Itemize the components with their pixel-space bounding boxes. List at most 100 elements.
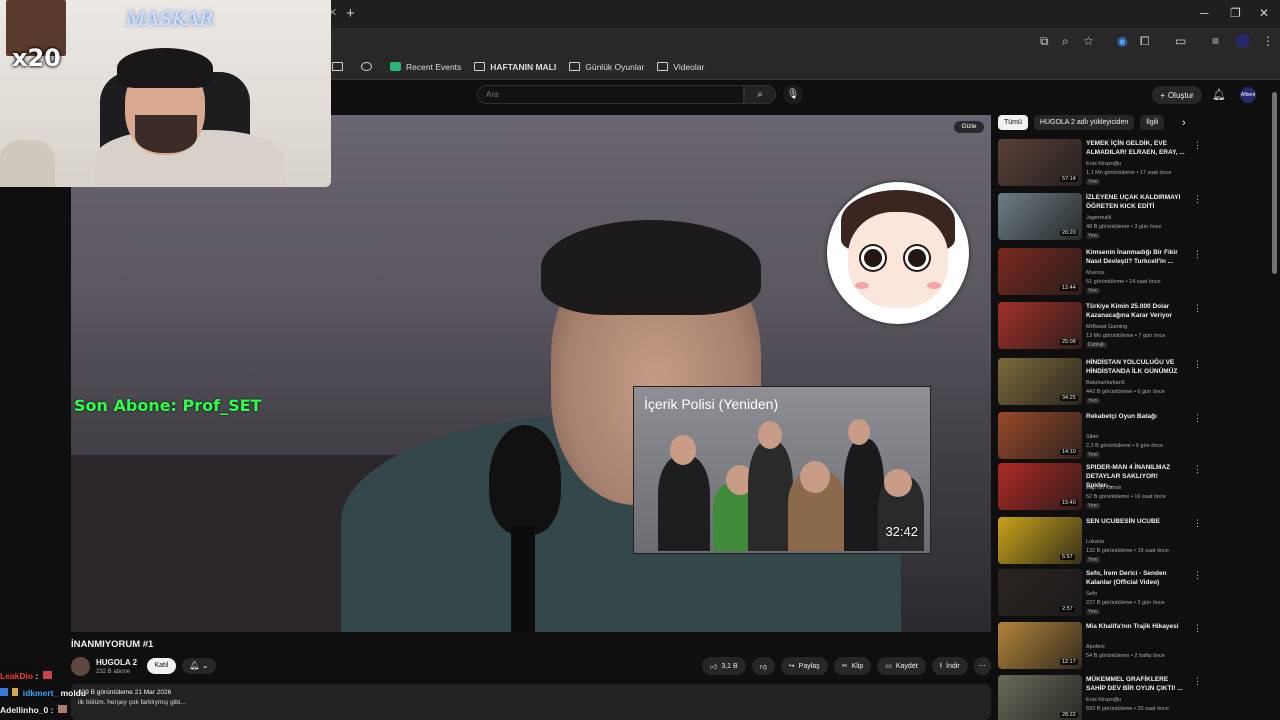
minimize-icon[interactable]: ─: [1200, 6, 1209, 20]
recommendation-item[interactable]: 12:44 Kimsenin İnanmadığı Bir Fikir Nasıl…: [998, 248, 1268, 300]
recommendation-item[interactable]: 5:57 SEN UCUBESİN UCUBE Lukaria 132 B görün…: [998, 517, 1268, 569]
channel-avatar[interactable]: [71, 657, 90, 676]
save-label: Kaydet: [895, 662, 918, 670]
recommendation-item[interactable]: 34:25 HİNDİSTAN YOLCULUĞU VE HİNDİSTANDA …: [998, 358, 1268, 410]
more-options-icon[interactable]: ⋮: [1193, 676, 1202, 687]
more-options-icon[interactable]: ⋮: [1193, 303, 1202, 314]
bookmark-star-icon[interactable]: ☆: [1083, 34, 1094, 48]
recommendation-meta: 442 B görüntüleme • 6 gün önce: [1086, 389, 1165, 395]
restore-icon[interactable]: ❐: [1230, 6, 1241, 20]
recommendation-title[interactable]: HİNDİSTAN YOLCULUĞU VE HİNDİSTANDA İLK G…: [1086, 358, 1186, 376]
join-button[interactable]: Katıl: [147, 658, 176, 674]
browser-menu-icon[interactable]: ⋮: [1262, 34, 1274, 48]
more-options-icon[interactable]: ⋮: [1193, 140, 1202, 151]
recommendation-title[interactable]: İZLEYENE UÇAK KALDIRMAYI ÖĞRETEN KICK ED…: [1086, 193, 1186, 211]
bookmark-gunluk-oyunlar[interactable]: Günlük Oyunlar: [569, 62, 644, 72]
recommendation-channel[interactable]: Enis Kirazoğlu: [1086, 161, 1121, 167]
recommendation-channel[interactable]: Lukaria: [1086, 539, 1104, 545]
notifications-bell-icon[interactable]: 🔔︎: [1212, 88, 1226, 101]
recommendation-item[interactable]: 25:08 Türkiye Kimin 25.000 Dolar Kazanaca…: [998, 302, 1268, 354]
subscription-bell-button[interactable]: 🔔︎ ⌄: [182, 658, 216, 674]
chevron-right-icon[interactable]: ›: [1182, 117, 1186, 129]
description-box[interactable]: [71, 684, 991, 720]
account-avatar[interactable]: Afbeni: [1240, 87, 1256, 103]
bookmark-videolar[interactable]: Videolar: [657, 62, 704, 72]
hide-button[interactable]: Gizle: [954, 121, 984, 133]
recommendation-title[interactable]: YEMEK İÇİN GELDİK, EVE ALMADILAR! ELRAEN…: [1086, 139, 1186, 157]
save-button[interactable]: ▭ Kaydet: [877, 657, 926, 675]
recommendation-title[interactable]: Mia Khalifa'nın Trajik Hikayesi: [1086, 622, 1186, 631]
recommendation-item[interactable]: 20:20 İZLEYENE UÇAK KALDIRMAYI ÖĞRETEN KI…: [998, 193, 1268, 245]
more-options-icon[interactable]: ⋮: [1193, 194, 1202, 205]
chip-from-uploader[interactable]: HUGOLA 2 adlı yükleyiciden: [1033, 115, 1135, 130]
recommendation-badge: Yeni: [1086, 503, 1100, 509]
profile-avatar-icon[interactable]: [1236, 34, 1250, 48]
recommendation-duration: 14:10: [1060, 449, 1078, 455]
more-actions-button[interactable]: ⋯: [973, 657, 991, 675]
recommendation-duration: 34:25: [1060, 395, 1078, 401]
recommendation-channel[interactable]: Batuhanfurkan5: [1086, 380, 1125, 386]
search-button[interactable]: ⌕: [744, 85, 776, 104]
recommendation-channel[interactable]: Apofeni: [1086, 644, 1105, 650]
video-player[interactable]: Gizle: [71, 115, 991, 632]
new-tab-icon[interactable]: +: [346, 5, 355, 22]
clip-button[interactable]: ✂ Klip: [833, 657, 872, 675]
extensions-puzzle-icon[interactable]: ⧠: [1140, 34, 1150, 49]
recommendation-item[interactable]: 15:40 SPIDER-MAN 4 İNANILMAZ DETAYLAR SAK…: [998, 463, 1268, 515]
channel-name[interactable]: HUGOLA 2: [96, 658, 137, 667]
recommendation-title[interactable]: Sefo, İrem Derici - Senden Kalanlar (Off…: [1086, 569, 1186, 587]
recommendation-badge: Yeni: [1086, 557, 1100, 563]
recommendation-title[interactable]: Kimsenin İnanmadığı Bir Fikir Nasıl Devl…: [1086, 248, 1186, 266]
install-app-icon[interactable]: ⧉: [1040, 34, 1049, 49]
recommendation-item[interactable]: 2:57 Sefo, İrem Derici - Senden Kalanlar …: [998, 569, 1268, 621]
recommendation-channel[interactable]: MrBeast Gaming: [1086, 324, 1127, 330]
side-panel-icon[interactable]: ▭: [1175, 34, 1186, 48]
zoom-icon[interactable]: ⌕: [1062, 34, 1069, 49]
chip-related[interactable]: İlgili: [1140, 115, 1165, 130]
more-options-icon[interactable]: ⋮: [1193, 359, 1202, 370]
recommendation-title[interactable]: SEN UCUBESİN UCUBE: [1086, 517, 1186, 526]
extension-shield-icon[interactable]: ◉: [1117, 34, 1127, 48]
recommendation-title[interactable]: Türkiye Kimin 25.000 Dolar Kazanacağına …: [1086, 302, 1186, 320]
bookmark-round[interactable]: [361, 62, 377, 71]
recommendation-channel[interactable]: Siber: [1086, 434, 1099, 440]
recommendation-title[interactable]: Rekabetçi Oyun Batağı: [1086, 412, 1186, 421]
more-options-icon[interactable]: ⋮: [1193, 623, 1202, 634]
plus-icon: +: [1160, 90, 1165, 100]
card-figure-head: [670, 435, 696, 465]
window-close-icon[interactable]: ✕: [1259, 6, 1269, 20]
recommendation-title[interactable]: MÜKEMMEL GRAFİKLERE SAHİP DEV BİR OYUN Ç…: [1086, 675, 1186, 693]
recommendation-item[interactable]: 57:14 YEMEK İÇİN GELDİK, EVE ALMADILAR! E…: [998, 139, 1268, 191]
download-button[interactable]: ⭳ İndir: [931, 657, 968, 675]
create-button[interactable]: + Oluştur: [1152, 86, 1202, 104]
recommendation-duration: 28:22: [1060, 712, 1078, 718]
chip-all[interactable]: Tümü: [998, 115, 1028, 130]
page-scrollbar[interactable]: [1272, 92, 1277, 274]
recommendation-item[interactable]: 12:17 Mia Khalifa'nın Trajik Hikayesi Apof…: [998, 622, 1268, 674]
more-icon: ⋯: [978, 663, 986, 670]
bookmark-label: Günlük Oyunlar: [585, 61, 645, 72]
bookmark-recent-events[interactable]: Recent Events: [390, 62, 461, 72]
more-options-icon[interactable]: ⋮: [1193, 413, 1202, 424]
recommendation-item[interactable]: 28:22 MÜKEMMEL GRAFİKLERE SAHİP DEV BİR O…: [998, 675, 1268, 720]
dislike-button[interactable]: 👎︎: [751, 657, 775, 675]
more-options-icon[interactable]: ⋮: [1193, 518, 1202, 529]
recommendation-channel[interactable]: Ergi'nin Kanalı: [1086, 485, 1121, 491]
more-options-icon[interactable]: ⋮: [1193, 249, 1202, 260]
streamer-webcam: x20 MASKAR: [0, 0, 331, 187]
more-options-icon[interactable]: ⋮: [1193, 570, 1202, 581]
recommendation-item[interactable]: 14:10 Rekabetçi Oyun Batağı Siber 2,3 B gör…: [998, 412, 1268, 464]
recommendation-channel[interactable]: JagermaN: [1086, 215, 1111, 221]
recommendation-channel[interactable]: Sefo: [1086, 591, 1097, 597]
recommendation-channel[interactable]: Enis Kirazoğlu: [1086, 697, 1121, 703]
search-input[interactable]: Ara: [477, 85, 744, 104]
bookmark-image[interactable]: [332, 62, 348, 71]
media-control-icon[interactable]: ≡: [1212, 34, 1219, 48]
end-screen-video-card[interactable]: İçerik Polisi (Yeniden) 32:42: [633, 386, 931, 554]
bookmark-haftanin-mali[interactable]: HAFTANIN MALI: [474, 62, 556, 72]
recommendation-channel[interactable]: Muerus: [1086, 270, 1104, 276]
share-button[interactable]: ↪ Paylaş: [780, 657, 828, 675]
voice-search-button[interactable]: 🎙: [783, 85, 803, 104]
more-options-icon[interactable]: ⋮: [1193, 464, 1202, 475]
like-button[interactable]: 👍︎ 3,1 B: [702, 657, 746, 675]
